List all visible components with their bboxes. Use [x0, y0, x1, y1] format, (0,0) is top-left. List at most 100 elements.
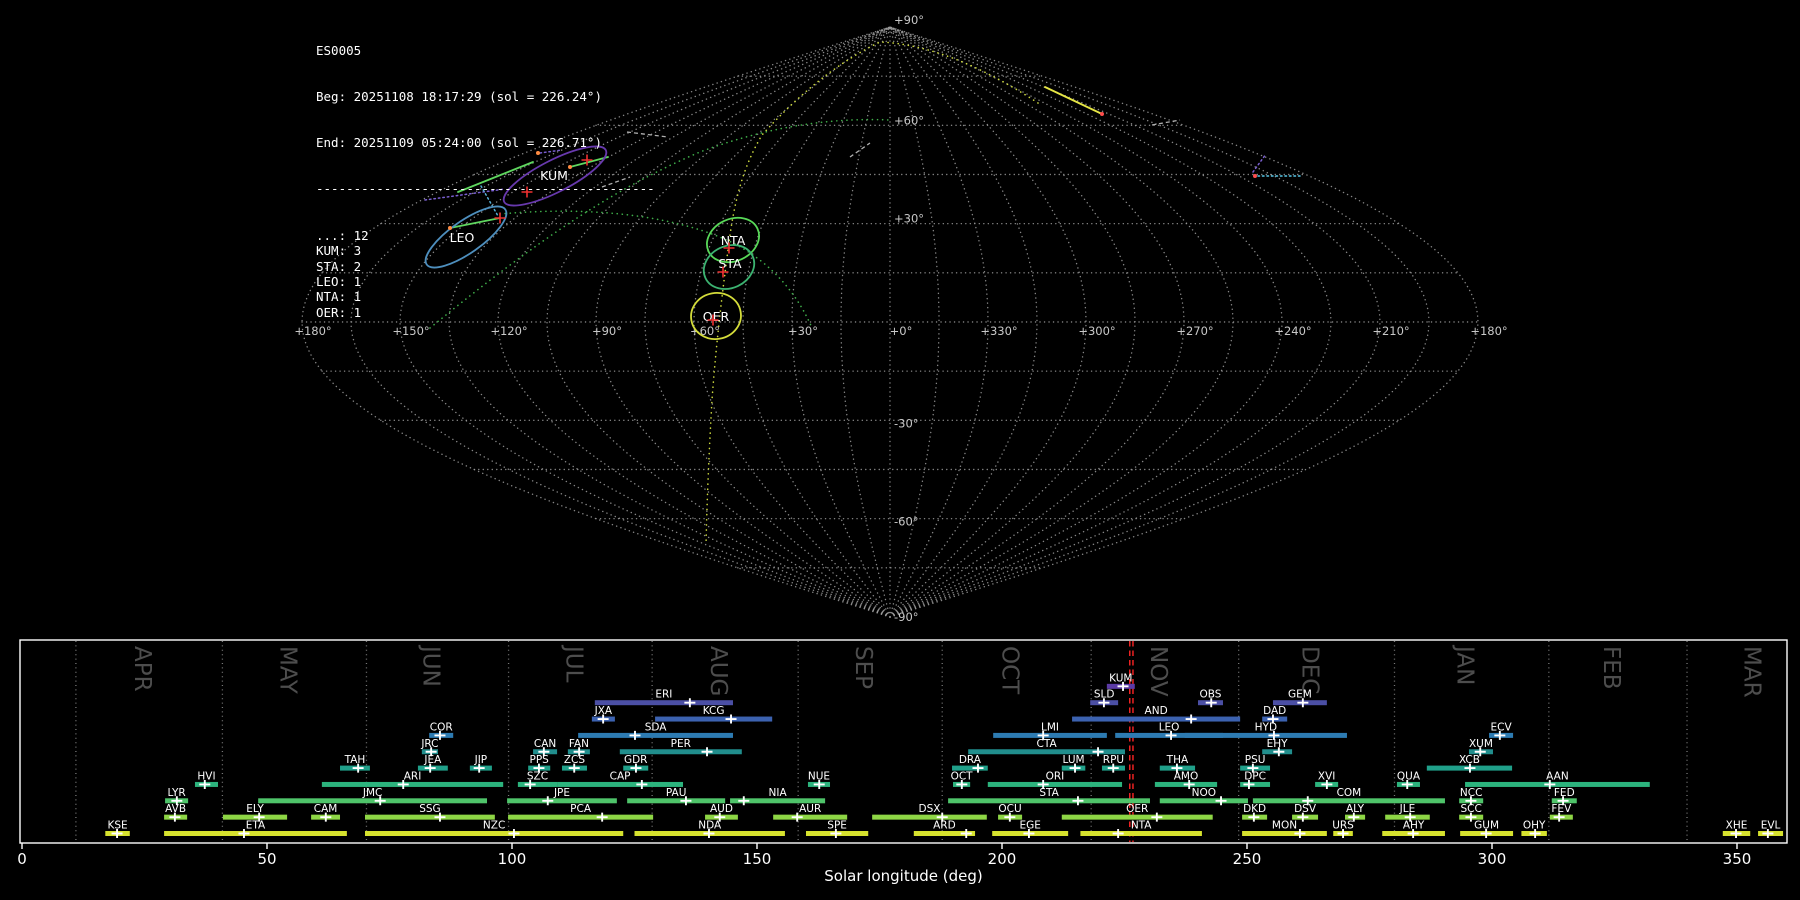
shower-label-AUD: AUD	[710, 803, 733, 815]
peak-marker-KCG	[725, 714, 737, 724]
sporadic-meteor-trail	[849, 142, 871, 158]
shower-label-NTA: NTA	[1131, 820, 1152, 832]
meteor-point	[1253, 174, 1257, 178]
shower-label-AUR: AUR	[799, 803, 821, 815]
shower-bar-KCG	[655, 716, 773, 722]
month-label: JUL	[560, 644, 586, 683]
shower-bar-JPE	[507, 798, 617, 804]
sky-longitude-label: +210°	[1372, 324, 1409, 338]
sky-longitude-label: +30°	[788, 324, 818, 338]
month-label: FEB	[1598, 646, 1624, 690]
shower-label-CTA: CTA	[1037, 738, 1058, 750]
shower-label-ORI: ORI	[1046, 770, 1065, 782]
shower-label-EHY: EHY	[1267, 738, 1289, 750]
shower-bar-LMI	[993, 732, 1107, 738]
shower-label-ARD: ARD	[933, 820, 956, 832]
shower-label-ERI: ERI	[655, 689, 672, 701]
shower-label-AND: AND	[1145, 705, 1168, 717]
sky-longitude-label: +240°	[1274, 324, 1311, 338]
observation-header: ES0005 Beg: 20251108 18:17:29 (sol = 226…	[316, 12, 655, 351]
shower-label-GEM: GEM	[1288, 689, 1312, 701]
month-label: JUN	[418, 644, 444, 687]
x-axis-tick-label: 300	[1478, 850, 1507, 868]
x-axis-tick-label: 350	[1723, 850, 1752, 868]
peak-marker-NZC	[508, 829, 520, 838]
peak-marker-NIA	[738, 796, 750, 806]
peak-marker-STA	[1072, 796, 1084, 806]
shower-bar-PAU	[627, 798, 726, 804]
x-axis-tick-label: 250	[1233, 850, 1262, 868]
shower-label-DSX: DSX	[919, 803, 941, 815]
month-label: MAY	[274, 646, 300, 695]
shower-bar-AAN	[1465, 781, 1650, 787]
shower-label-ECV: ECV	[1490, 721, 1512, 733]
station-id: ES0005	[316, 42, 362, 58]
x-axis-tick-label: 0	[17, 850, 27, 868]
radiant-label-STA: STA	[718, 256, 742, 271]
shower-label-DAD: DAD	[1263, 705, 1286, 717]
shower-label-NZC: NZC	[483, 820, 505, 832]
shower-bar-SDA	[578, 732, 733, 738]
shower-bar-ETA	[164, 831, 347, 836]
end-time-line: End: 20251109 05:24:00 (sol = 226.71°)	[316, 135, 602, 151]
peak-marker-AND	[1185, 714, 1197, 724]
shower-bar-AUR	[773, 814, 848, 820]
shower-count-list: ...: 12 KUM: 3 STA: 2 LEO: 1 NTA: 1 OER: 1	[316, 228, 655, 320]
month-label: AUG	[705, 646, 731, 696]
shower-bar-MON	[1242, 831, 1327, 836]
radiant-label-OER: OER	[703, 309, 730, 324]
shower-label-SDA: SDA	[645, 721, 668, 733]
count-line-KUM: KUM: 3	[316, 243, 362, 259]
meteor-trail	[1044, 86, 1103, 115]
month-label: APR	[129, 646, 155, 692]
shower-label-LEO: LEO	[1159, 721, 1180, 733]
shower-bar-STA	[948, 798, 1150, 804]
shower-label-ALY: ALY	[1346, 803, 1365, 815]
count-line-NTA: NTA: 1	[316, 289, 362, 305]
shower-label-DSV: DSV	[1294, 803, 1317, 815]
sky-reference-curve	[705, 41, 1039, 546]
shower-label-ETA: ETA	[246, 820, 266, 832]
peak-marker-SDA	[629, 730, 641, 740]
shower-label-TAH: TAH	[344, 754, 366, 766]
shower-bar-JMC	[258, 798, 488, 804]
sky-grid-meridian	[889, 26, 1283, 618]
shower-bar-PER	[619, 749, 742, 755]
shower-bar-PCA	[508, 814, 654, 820]
shower-bar-CAP	[557, 781, 684, 787]
sky-longitude-label: +300°	[1078, 324, 1115, 338]
count-line-dotdotdot: ...: 12	[316, 227, 369, 243]
peak-marker-NTA	[1112, 829, 1124, 838]
count-line-LEO: LEO: 1	[316, 273, 362, 289]
month-label: MAR	[1739, 646, 1765, 698]
sky-longitude-label: +0°	[890, 324, 913, 338]
shower-bar-HYD	[1184, 732, 1347, 738]
shower-label-PAU: PAU	[666, 787, 687, 799]
shower-label-JEA: JEA	[423, 754, 442, 766]
month-label: JAN	[1452, 644, 1478, 685]
shower-label-HVI: HVI	[197, 770, 215, 782]
peak-marker-NOO	[1215, 796, 1227, 806]
peak-marker-PCA	[596, 812, 608, 822]
shower-label-NOO: NOO	[1192, 787, 1216, 799]
shower-label-SPE: SPE	[827, 820, 847, 832]
x-axis-tick-label: 50	[257, 850, 276, 868]
shower-label-JLE: JLE	[1399, 803, 1416, 815]
shower-bar-SSG	[365, 814, 495, 820]
month-label: NOV	[1145, 646, 1171, 697]
shower-label-ELY: ELY	[246, 803, 264, 815]
begin-time-line: Beg: 20251108 18:17:29 (sol = 226.24°)	[316, 89, 602, 105]
shower-bar-ORI	[987, 781, 1123, 787]
sky-longitude-label: +180°	[1470, 324, 1507, 338]
shower-label-JRC: JRC	[420, 738, 438, 750]
shower-label-EVL: EVL	[1761, 820, 1781, 832]
sky-latitude-label: -60°	[894, 515, 919, 529]
shower-bar-DSX	[872, 814, 987, 820]
x-axis-tick-label: 100	[498, 850, 527, 868]
sky-longitude-label: +60°	[690, 324, 720, 338]
shower-label-NIA: NIA	[769, 787, 788, 799]
sky-longitude-label: +330°	[980, 324, 1017, 338]
shower-label-CAN: CAN	[534, 738, 556, 750]
shower-label-PCA: PCA	[570, 803, 592, 815]
sky-latitude-label: -30°	[894, 416, 919, 430]
